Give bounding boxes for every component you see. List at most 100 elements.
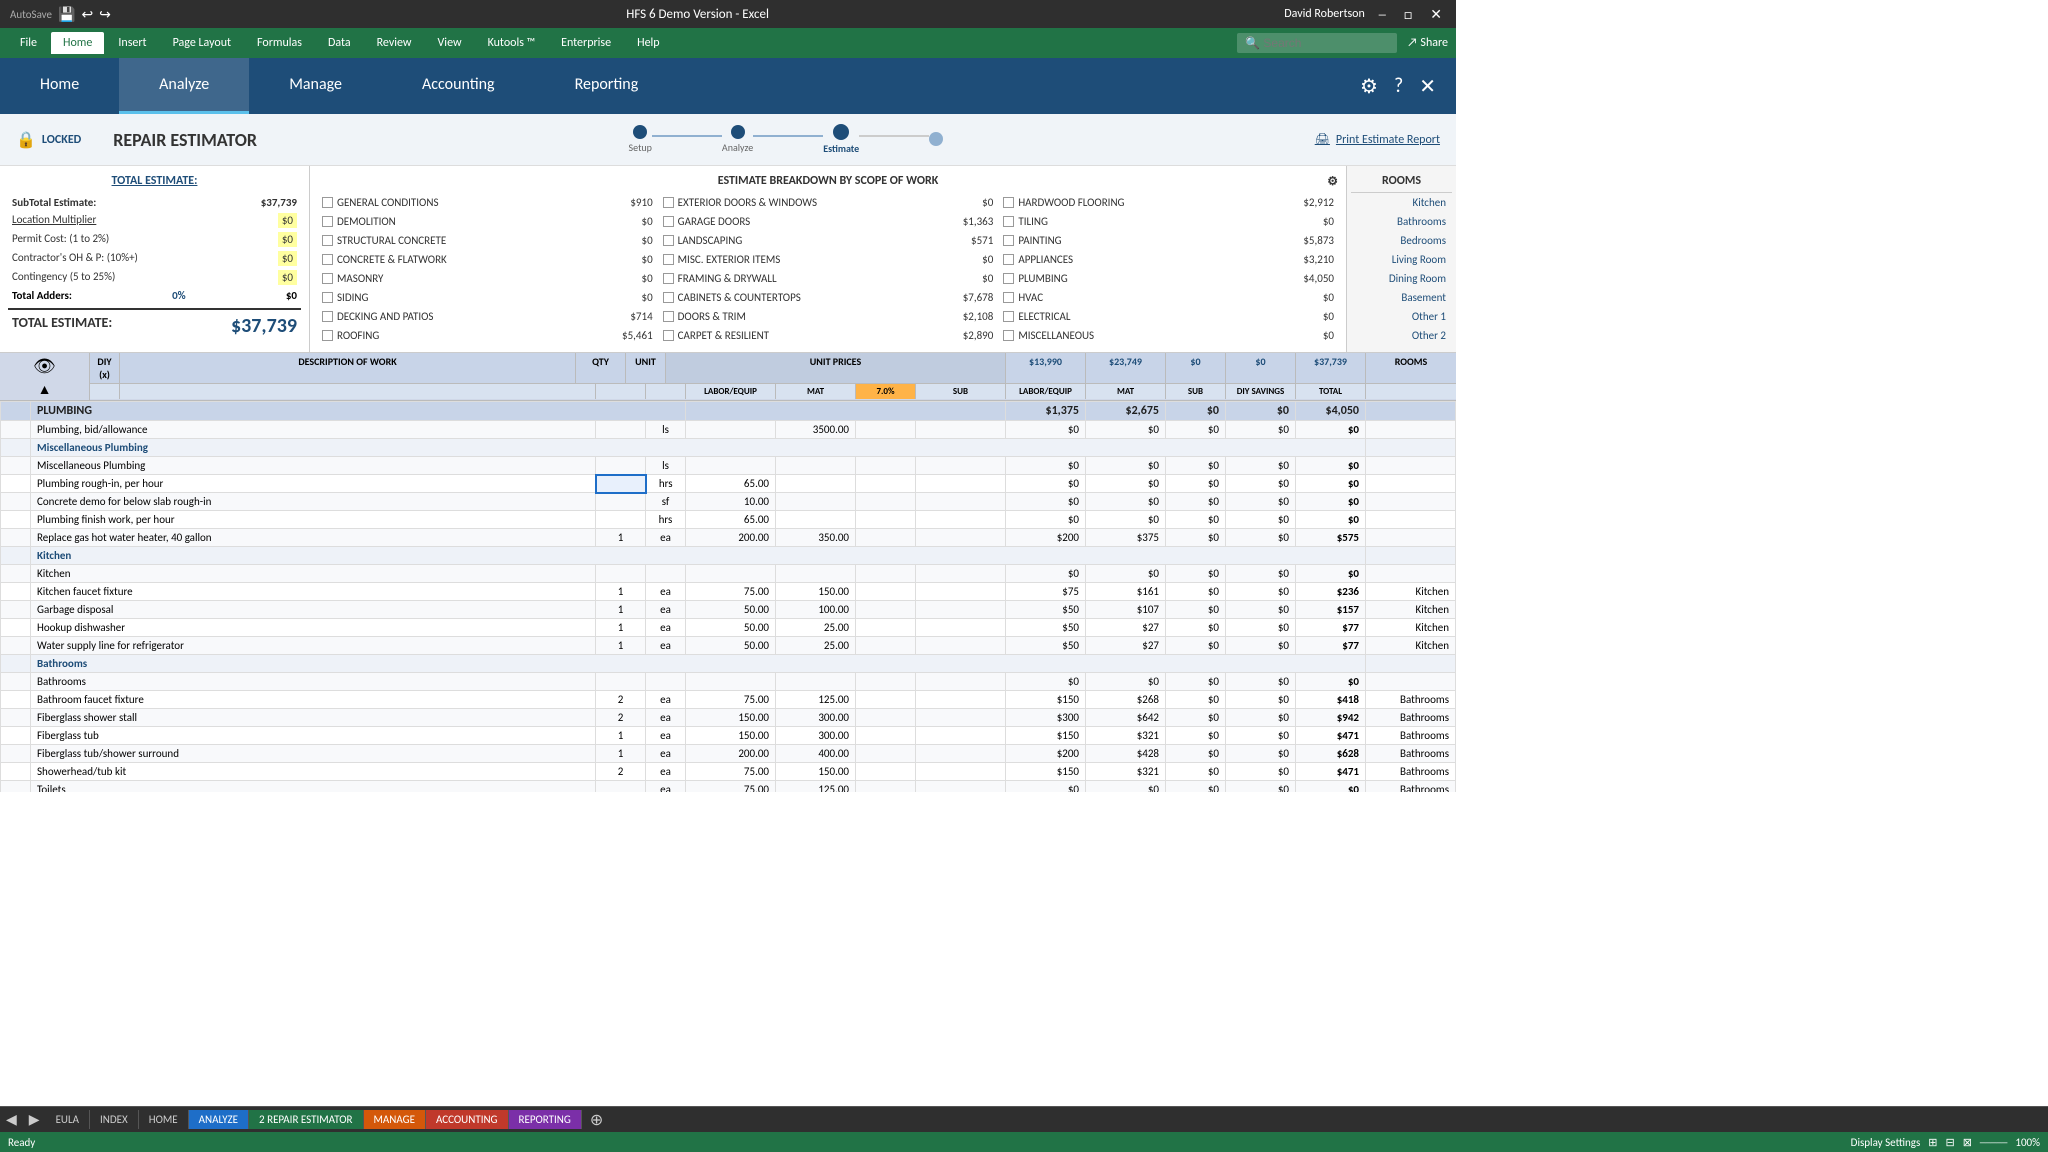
save-icon[interactable]: 💾	[58, 6, 75, 23]
breakdown-checkbox[interactable]	[663, 311, 674, 322]
nav-tab-analyze[interactable]: Analyze	[119, 58, 249, 114]
breakdown-item[interactable]: HARDWOOD FLOORING$2,912	[999, 194, 1338, 211]
breakdown-item[interactable]: APPLIANCES$3,210	[999, 251, 1338, 268]
tab-home[interactable]: HOME	[139, 1110, 189, 1129]
breakdown-checkbox[interactable]	[322, 292, 333, 303]
tab-repair-estimator[interactable]: 2 REPAIR ESTIMATOR	[249, 1110, 363, 1129]
nav-tab-reporting[interactable]: Reporting	[535, 58, 679, 114]
breakdown-item[interactable]: FRAMING & DRYWALL$0	[659, 270, 998, 287]
ribbon-tab-data[interactable]: Data	[316, 32, 363, 54]
ribbon-tab-home[interactable]: Home	[51, 32, 104, 54]
breakdown-settings-icon[interactable]: ⚙	[1327, 174, 1338, 189]
breakdown-checkbox[interactable]	[1003, 216, 1014, 227]
ribbon-tab-insert[interactable]: Insert	[106, 32, 158, 54]
breakdown-checkbox[interactable]	[663, 330, 674, 341]
breakdown-item[interactable]: EXTERIOR DOORS & WINDOWS$0	[659, 194, 998, 211]
breakdown-checkbox[interactable]	[1003, 235, 1014, 246]
display-settings-btn[interactable]: Display Settings	[1851, 1136, 1921, 1149]
tab-eula[interactable]: EULA	[46, 1110, 90, 1129]
breakdown-item[interactable]: HVAC$0	[999, 289, 1338, 306]
room-item[interactable]: Bathrooms	[1351, 212, 1452, 231]
page-break-icon[interactable]: ⊠	[1963, 1136, 1972, 1149]
breakdown-item[interactable]: PLUMBING$4,050	[999, 270, 1338, 287]
breakdown-item[interactable]: SIDING$0	[318, 289, 657, 306]
room-item[interactable]: Other 2	[1351, 326, 1452, 345]
room-item[interactable]: Other 1	[1351, 307, 1452, 326]
breakdown-checkbox[interactable]	[663, 273, 674, 284]
breakdown-item[interactable]: GARAGE DOORS$1,363	[659, 213, 998, 230]
breakdown-item[interactable]: MASONRY$0	[318, 270, 657, 287]
breakdown-checkbox[interactable]	[1003, 197, 1014, 208]
breakdown-checkbox[interactable]	[663, 197, 674, 208]
tab-index[interactable]: INDEX	[90, 1110, 139, 1129]
breakdown-item[interactable]: ROOFING$5,461	[318, 327, 657, 344]
help-icon[interactable]: ?	[1394, 74, 1403, 99]
breakdown-item[interactable]: ELECTRICAL$0	[999, 308, 1338, 325]
breakdown-checkbox[interactable]	[322, 311, 333, 322]
breakdown-item[interactable]: MISC. EXTERIOR ITEMS$0	[659, 251, 998, 268]
breakdown-checkbox[interactable]	[1003, 292, 1014, 303]
ribbon-tab-formulas[interactable]: Formulas	[245, 32, 314, 54]
room-item[interactable]: Bedrooms	[1351, 231, 1452, 250]
permit-value[interactable]: $0	[278, 232, 297, 247]
breakdown-checkbox[interactable]	[322, 197, 333, 208]
breakdown-item[interactable]: DEMOLITION$0	[318, 213, 657, 230]
hide-show-btn[interactable]: 👁	[33, 355, 56, 377]
breakdown-item[interactable]: STRUCTURAL CONCRETE$0	[318, 232, 657, 249]
breakdown-checkbox[interactable]	[322, 330, 333, 341]
breakdown-checkbox[interactable]	[322, 235, 333, 246]
location-multiplier-link[interactable]: Location Multiplier	[12, 213, 96, 228]
breakdown-checkbox[interactable]	[322, 254, 333, 265]
room-item[interactable]: Kitchen	[1351, 193, 1452, 212]
breakdown-checkbox[interactable]	[322, 273, 333, 284]
ribbon-tab-view[interactable]: View	[426, 32, 474, 54]
breakdown-checkbox[interactable]	[1003, 311, 1014, 322]
room-item[interactable]: Dining Room	[1351, 269, 1452, 288]
breakdown-checkbox[interactable]	[322, 216, 333, 227]
breakdown-item[interactable]: DECKING AND PATIOS$714	[318, 308, 657, 325]
breakdown-item[interactable]: TILING$0	[999, 213, 1338, 230]
maximize-btn[interactable]: □	[1400, 6, 1416, 23]
grid-view-icon[interactable]: ⊞	[1928, 1136, 1937, 1149]
ribbon-tab-review[interactable]: Review	[365, 32, 424, 54]
nav-tab-accounting[interactable]: Accounting	[382, 58, 535, 114]
add-tab-btn[interactable]: ⊕	[582, 1110, 611, 1130]
room-item[interactable]: Living Room	[1351, 250, 1452, 269]
close-icon[interactable]: ✕	[1419, 74, 1436, 99]
location-value[interactable]: $0	[278, 213, 297, 228]
tab-manage[interactable]: MANAGE	[364, 1110, 426, 1129]
breakdown-item[interactable]: CABINETS & COUNTERTOPS$7,678	[659, 289, 998, 306]
breakdown-item[interactable]: CONCRETE & FLATWORK$0	[318, 251, 657, 268]
nav-tab-home[interactable]: Home	[0, 58, 119, 114]
search-input[interactable]	[1237, 33, 1397, 53]
tab-reporting[interactable]: REPORTING	[509, 1110, 582, 1129]
next-tab-btn[interactable]: ▶	[23, 1111, 46, 1128]
nav-tab-manage[interactable]: Manage	[249, 58, 382, 114]
ribbon-tab-page-layout[interactable]: Page Layout	[161, 32, 243, 54]
contractor-value[interactable]: $0	[278, 251, 297, 266]
page-view-icon[interactable]: ⊟	[1945, 1136, 1954, 1149]
ribbon-tab-help[interactable]: Help	[625, 32, 672, 54]
breakdown-item[interactable]: PAINTING$5,873	[999, 232, 1338, 249]
share-btn[interactable]: ↗ Share	[1407, 36, 1448, 50]
breakdown-item[interactable]: CARPET & RESILIENT$2,890	[659, 327, 998, 344]
tab-analyze[interactable]: ANALYZE	[189, 1110, 249, 1129]
contingency-value[interactable]: $0	[278, 270, 297, 285]
ribbon-tab-kutools[interactable]: Kutools ™	[476, 32, 548, 54]
prev-tab-btn[interactable]: ◀	[0, 1111, 23, 1128]
breakdown-item[interactable]: LANDSCAPING$571	[659, 232, 998, 249]
breakdown-item[interactable]: DOORS & TRIM$2,108	[659, 308, 998, 325]
breakdown-checkbox[interactable]	[1003, 330, 1014, 341]
breakdown-checkbox[interactable]	[663, 216, 674, 227]
tab-accounting[interactable]: ACCOUNTING	[426, 1110, 509, 1129]
breakdown-checkbox[interactable]	[663, 235, 674, 246]
minimize-btn[interactable]: ─	[1375, 6, 1390, 23]
redo-icon[interactable]: ↪	[99, 6, 111, 23]
mat-pct-subheader[interactable]: 7.0%	[856, 384, 916, 399]
ribbon-tab-file[interactable]: File	[8, 32, 49, 54]
breakdown-checkbox[interactable]	[1003, 273, 1014, 284]
breakdown-checkbox[interactable]	[1003, 254, 1014, 265]
print-btn[interactable]: 🖨 Print Estimate Report	[1315, 132, 1440, 147]
breakdown-checkbox[interactable]	[663, 292, 674, 303]
close-btn[interactable]: ✕	[1426, 6, 1446, 23]
